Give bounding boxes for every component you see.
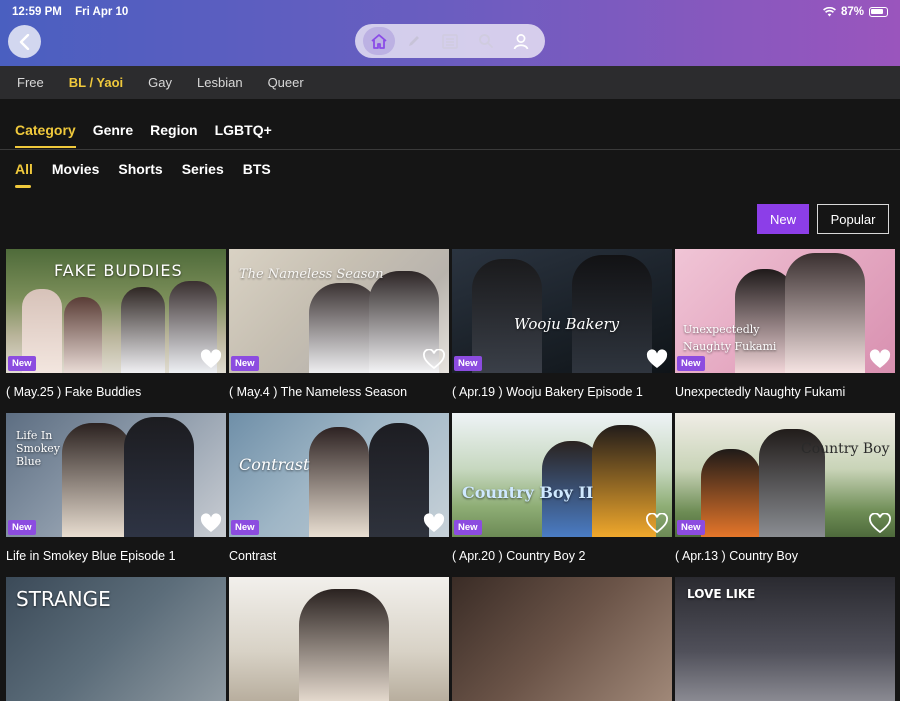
primary-tabs: Category Genre Region LGBTQ+	[15, 122, 272, 148]
tab-series[interactable]: Series	[182, 161, 224, 188]
thumbnail-art-text: Country Boy	[801, 441, 890, 457]
battery-icon	[869, 7, 888, 17]
video-title: ( Apr.20 ) Country Boy 2	[452, 549, 586, 563]
video-thumbnail[interactable]: The Nameless Season New	[229, 249, 449, 373]
video-card[interactable]: Contrast New Contrast	[229, 413, 449, 563]
new-badge: New	[8, 520, 36, 535]
video-card[interactable]: The Nameless Season New ( May.4 ) The Na…	[229, 249, 449, 399]
video-title: Life in Smokey Blue Episode 1	[6, 549, 176, 563]
tab-movies[interactable]: Movies	[52, 161, 99, 188]
thumbnail-art-text: Wooju Bakery	[514, 315, 620, 333]
video-card[interactable]: Wooju Bakery New ( Apr.19 ) Wooju Bakery…	[452, 249, 672, 399]
main-nav	[355, 24, 545, 58]
video-thumbnail[interactable]	[452, 577, 672, 701]
nav-list[interactable]	[434, 27, 466, 55]
tab-bts[interactable]: BTS	[243, 161, 271, 188]
nav-write[interactable]	[398, 27, 430, 55]
video-card[interactable]	[452, 577, 672, 701]
subnav-queer[interactable]: Queer	[268, 75, 304, 90]
new-badge: New	[231, 356, 259, 371]
nav-search[interactable]	[470, 27, 502, 55]
subnav-free[interactable]: Free	[17, 75, 44, 90]
new-badge: New	[677, 356, 705, 371]
tabs-divider	[0, 149, 900, 150]
thumbnail-art-text: The Nameless Season	[239, 267, 384, 282]
video-card[interactable]: Life In Smokey Blue New Life in Smokey B…	[6, 413, 226, 563]
thumbnail-art-text: FAKE BUDDIES	[54, 261, 183, 280]
back-button[interactable]	[8, 25, 41, 58]
video-title: Unexpectedly Naughty Fukami	[675, 385, 846, 399]
heart-icon[interactable]	[200, 349, 222, 369]
secondary-tabs: All Movies Shorts Series BTS	[15, 161, 271, 188]
heart-icon[interactable]	[646, 513, 668, 533]
list-icon	[442, 33, 458, 49]
video-thumbnail[interactable]: Contrast New	[229, 413, 449, 537]
subnav-gay[interactable]: Gay	[148, 75, 172, 90]
sort-new-button[interactable]: New	[757, 204, 809, 234]
video-thumbnail[interactable]: Life In Smokey Blue New	[6, 413, 226, 537]
sort-popular-button[interactable]: Popular	[817, 204, 889, 234]
heart-icon[interactable]	[646, 349, 668, 369]
heart-icon[interactable]	[869, 513, 891, 533]
tab-genre[interactable]: Genre	[93, 122, 133, 148]
heart-icon[interactable]	[200, 513, 222, 533]
video-title: ( May.25 ) Fake Buddies	[6, 385, 142, 399]
status-time: 12:59 PM	[12, 6, 62, 18]
thumbnail-art-text: Country Boy II	[462, 483, 594, 502]
video-thumbnail[interactable]: STRANGE	[6, 577, 226, 701]
new-badge: New	[677, 520, 705, 535]
home-icon	[371, 33, 387, 49]
video-thumbnail[interactable]: Wooju Bakery New	[452, 249, 672, 373]
top-header: 12:59 PM Fri Apr 10 87%	[0, 0, 900, 66]
video-card[interactable]: Country Boy New ( Apr.13 ) Country Boy	[675, 413, 895, 563]
video-title: ( Apr.13 ) Country Boy	[675, 549, 798, 563]
thumbnail-art-text: LOVE LIKE	[687, 587, 756, 601]
new-badge: New	[8, 356, 36, 371]
thumbnail-art-text: STRANGE	[16, 587, 111, 611]
status-bar-left: 12:59 PM Fri Apr 10	[12, 6, 138, 18]
video-card[interactable]	[229, 577, 449, 701]
heart-icon[interactable]	[869, 349, 891, 369]
tab-all[interactable]: All	[15, 161, 33, 188]
video-thumbnail[interactable]: Country Boy New	[675, 413, 895, 537]
tab-lgbtq[interactable]: LGBTQ+	[215, 122, 272, 148]
search-icon	[478, 34, 493, 48]
person-icon	[513, 33, 529, 49]
nav-profile[interactable]	[505, 27, 537, 55]
wifi-icon	[823, 7, 836, 17]
thumbnail-art-text: Contrast	[239, 455, 310, 474]
video-title: Contrast	[229, 549, 277, 563]
video-card[interactable]: Country Boy II New ( Apr.20 ) Country Bo…	[452, 413, 672, 563]
video-card[interactable]: STRANGE	[6, 577, 226, 701]
video-thumbnail[interactable]: Unexpectedly Naughty Fukami New	[675, 249, 895, 373]
chevron-left-icon	[19, 33, 29, 50]
heart-icon[interactable]	[423, 349, 445, 369]
thumbnail-art-text: Life In Smokey Blue	[16, 429, 60, 468]
video-thumbnail[interactable]: Country Boy II New	[452, 413, 672, 537]
tab-shorts[interactable]: Shorts	[118, 161, 162, 188]
pen-icon	[409, 36, 420, 46]
video-card[interactable]: Unexpectedly Naughty Fukami New Unexpect…	[675, 249, 895, 399]
tab-category[interactable]: Category	[15, 122, 76, 148]
heart-icon[interactable]	[423, 513, 445, 533]
tab-region[interactable]: Region	[150, 122, 197, 148]
new-badge: New	[231, 520, 259, 535]
video-card[interactable]: LOVE LIKE	[675, 577, 895, 701]
new-badge: New	[454, 520, 482, 535]
new-badge: New	[454, 356, 482, 371]
subnav-lesbian[interactable]: Lesbian	[197, 75, 243, 90]
battery-percent: 87%	[840, 6, 864, 18]
video-thumbnail[interactable]	[229, 577, 449, 701]
status-date: Fri Apr 10	[75, 6, 129, 18]
status-bar-right: 87%	[823, 6, 888, 18]
nav-home[interactable]	[362, 27, 395, 55]
video-title: ( Apr.19 ) Wooju Bakery Episode 1	[452, 385, 643, 399]
category-subnav: Free BL / Yaoi Gay Lesbian Queer	[0, 66, 900, 99]
subnav-bl-yaoi[interactable]: BL / Yaoi	[69, 75, 123, 90]
video-thumbnail[interactable]: FAKE BUDDIES New	[6, 249, 226, 373]
thumbnail-art-text: Unexpectedly Naughty Fukami	[683, 323, 777, 353]
video-title: ( May.4 ) The Nameless Season	[229, 385, 408, 399]
video-card[interactable]: FAKE BUDDIES New ( May.25 ) Fake Buddies	[6, 249, 226, 399]
video-thumbnail[interactable]: LOVE LIKE	[675, 577, 895, 701]
